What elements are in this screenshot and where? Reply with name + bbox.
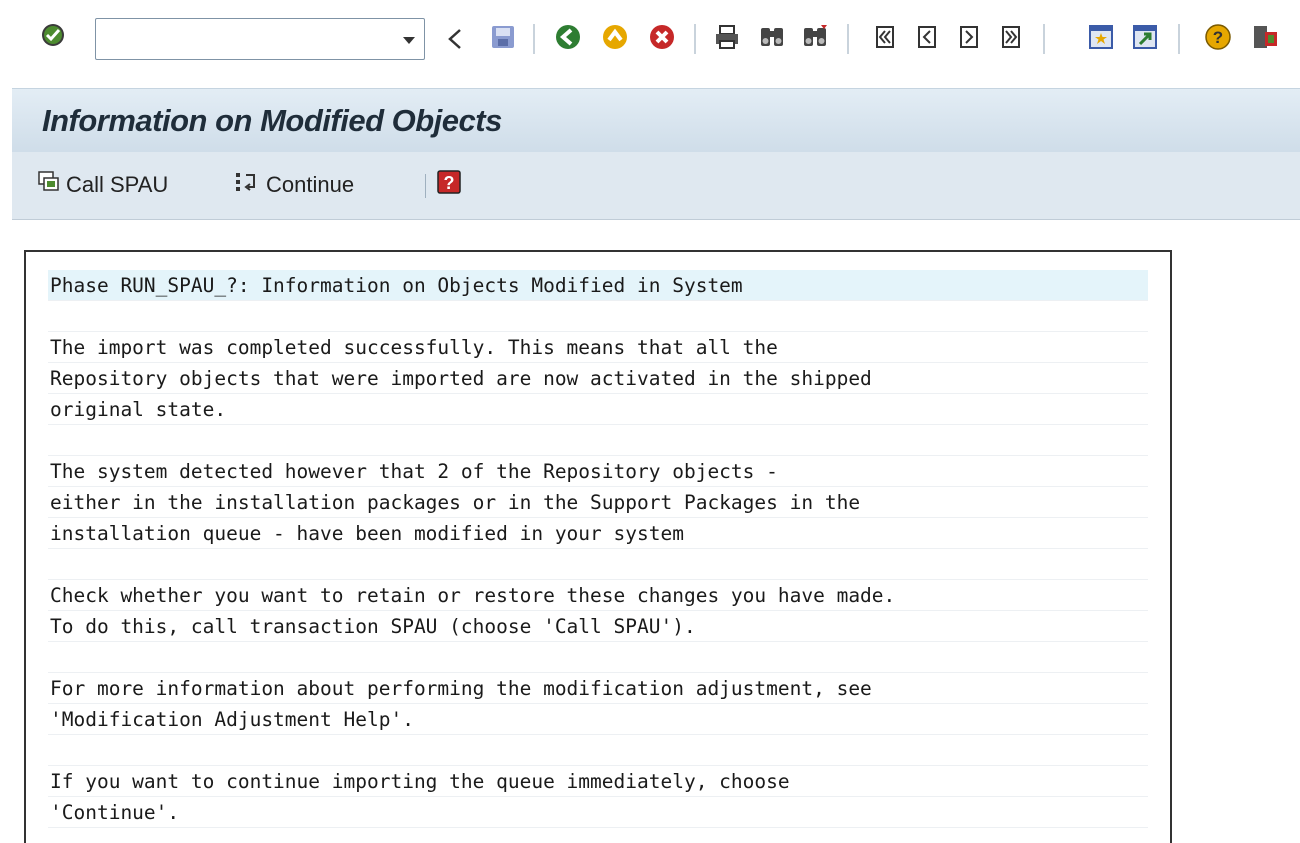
cancel-icon[interactable] [647, 22, 677, 52]
text-line: Check whether you want to retain or rest… [48, 580, 1148, 611]
help-icon[interactable]: ? [1203, 22, 1233, 52]
enter-check-icon[interactable] [38, 20, 68, 50]
previous-page-icon[interactable] [912, 22, 942, 52]
continue-icon [234, 171, 260, 199]
text-line: For more information about performing th… [48, 673, 1148, 704]
find-next-icon[interactable] [800, 22, 830, 52]
text-line [48, 301, 1148, 332]
exit-icon[interactable] [600, 22, 630, 52]
customize-layout-icon[interactable] [1250, 22, 1280, 52]
next-page-icon[interactable] [954, 22, 984, 52]
text-line: installation queue - have been modified … [48, 518, 1148, 549]
title-bar: Information on Modified Objects [12, 88, 1300, 152]
application-help-button[interactable]: ? [436, 168, 462, 202]
text-line: Repository objects that were imported ar… [48, 363, 1148, 394]
command-dropdown-icon[interactable] [400, 31, 418, 49]
text-line [48, 735, 1148, 766]
collapse-arrow-icon[interactable] [440, 24, 470, 54]
find-icon[interactable] [757, 22, 787, 52]
continue-label: Continue [266, 172, 355, 197]
text-line: Phase RUN_SPAU_?: Information on Objects… [48, 270, 1148, 301]
command-input[interactable] [96, 19, 396, 57]
text-line [48, 425, 1148, 456]
text-line: either in the installation packages or i… [48, 487, 1148, 518]
application-toolbar: Call SPAU Continue ? [12, 152, 1300, 220]
text-line: The import was completed successfully. T… [48, 332, 1148, 363]
create-session-icon[interactable] [1086, 22, 1116, 52]
text-line: 'Modification Adjustment Help'. [48, 704, 1148, 735]
svg-text:?: ? [444, 173, 455, 193]
text-line: 'Continue'. [48, 797, 1148, 828]
information-text-area[interactable]: Phase RUN_SPAU_?: Information on Objects… [24, 250, 1172, 843]
first-page-icon[interactable] [870, 22, 900, 52]
continue-button[interactable]: Continue [234, 168, 354, 202]
svg-text:?: ? [1213, 28, 1223, 47]
shortcut-icon[interactable] [1130, 22, 1160, 52]
save-icon[interactable] [488, 22, 518, 52]
last-page-icon[interactable] [996, 22, 1026, 52]
print-icon[interactable] [712, 22, 742, 52]
page-title: Information on Modified Objects [42, 103, 502, 138]
text-line: If you want to continue importing the qu… [48, 766, 1148, 797]
help-book-icon: ? [436, 169, 462, 201]
call-transaction-icon [38, 171, 60, 199]
text-line [48, 642, 1148, 673]
text-line: original state. [48, 394, 1148, 425]
call-spau-label: Call SPAU [66, 172, 169, 197]
text-line: The system detected however that 2 of th… [48, 456, 1148, 487]
system-toolbar: ? [0, 0, 1300, 80]
command-field[interactable] [95, 18, 425, 60]
text-line [48, 549, 1148, 580]
back-icon[interactable] [553, 22, 583, 52]
text-line: To do this, call transaction SPAU (choos… [48, 611, 1148, 642]
call-spau-button[interactable]: Call SPAU [38, 168, 168, 202]
